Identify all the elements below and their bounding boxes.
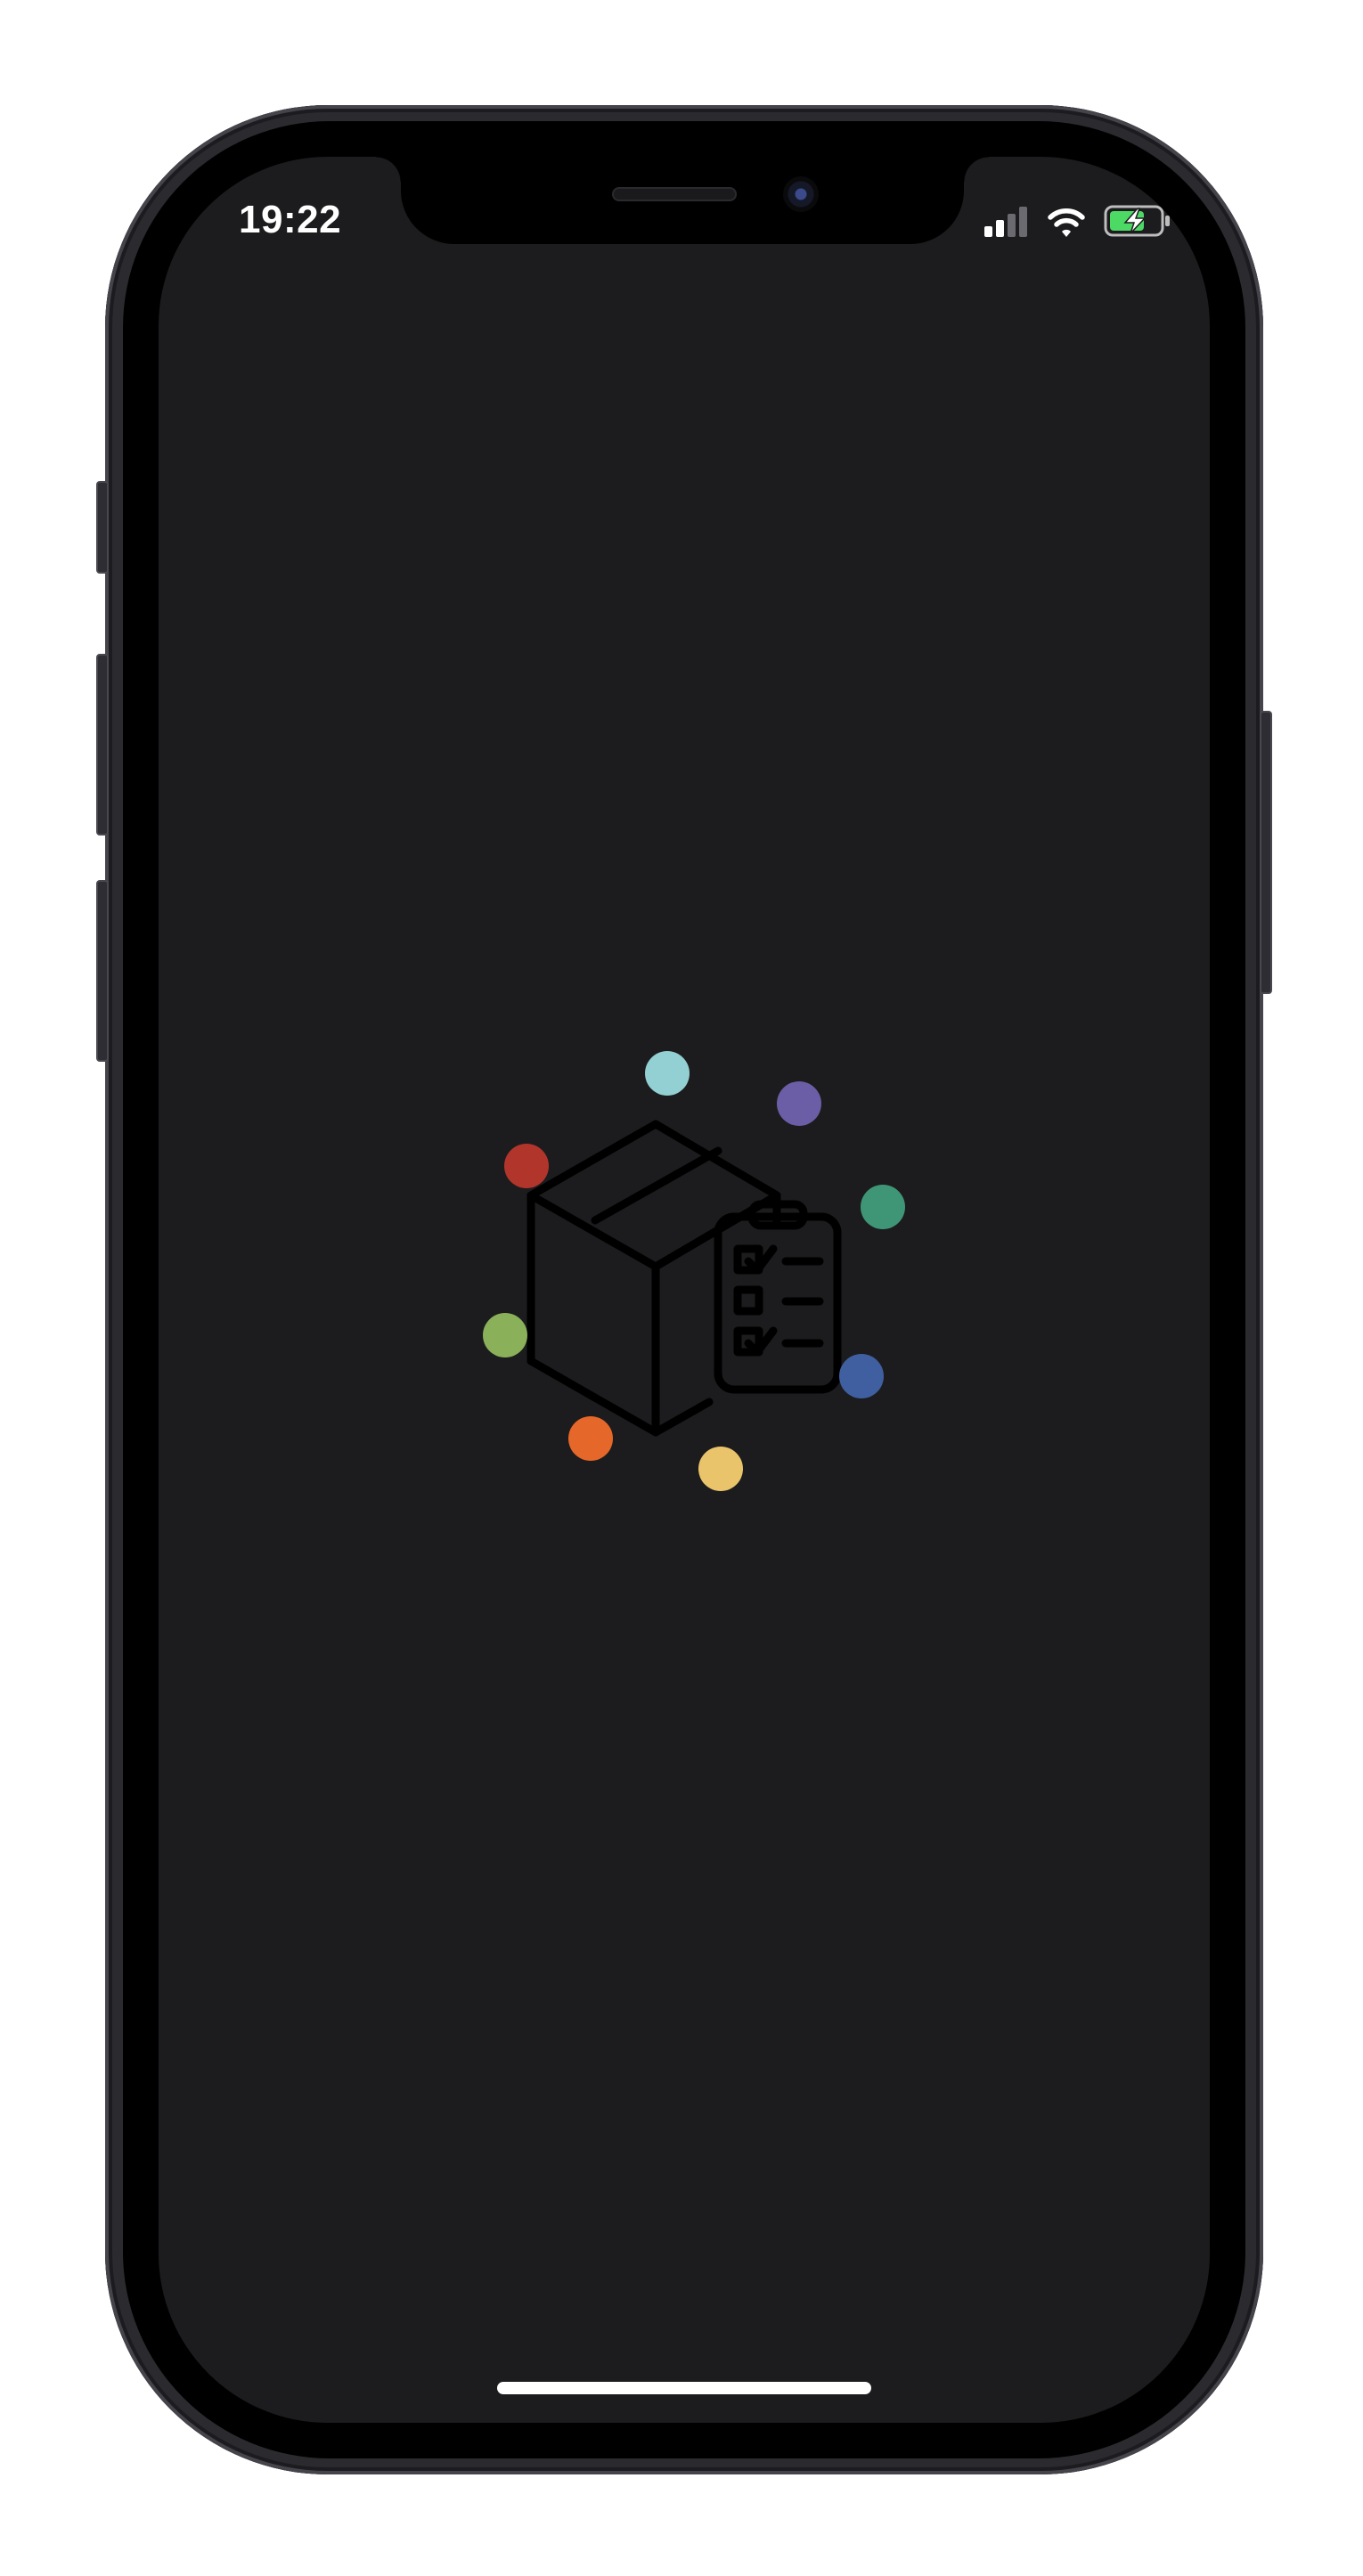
earpiece-speaker xyxy=(612,187,737,201)
volume-down-button xyxy=(96,880,109,1062)
dot-orange xyxy=(568,1416,613,1461)
splash-logo xyxy=(454,1051,914,1532)
battery-charging-icon xyxy=(1104,205,1170,237)
cellular-signal-icon xyxy=(984,207,1027,237)
silent-switch xyxy=(96,481,109,574)
wifi-icon xyxy=(1048,208,1085,237)
volume-up-button xyxy=(96,654,109,836)
dot-green xyxy=(861,1185,905,1229)
dot-blue xyxy=(839,1354,884,1398)
dot-red xyxy=(504,1144,549,1188)
notch xyxy=(376,157,989,244)
power-button xyxy=(1260,711,1272,994)
status-time: 19:22 xyxy=(239,198,342,241)
dot-purple xyxy=(777,1081,821,1126)
dot-lime xyxy=(483,1313,527,1357)
home-indicator[interactable] xyxy=(497,2382,871,2394)
dot-teal xyxy=(645,1051,690,1096)
package-checklist-icon xyxy=(526,1120,842,1437)
dot-yellow xyxy=(698,1447,743,1491)
app-screen: 19:22 xyxy=(159,157,1210,2423)
front-camera xyxy=(783,176,819,212)
